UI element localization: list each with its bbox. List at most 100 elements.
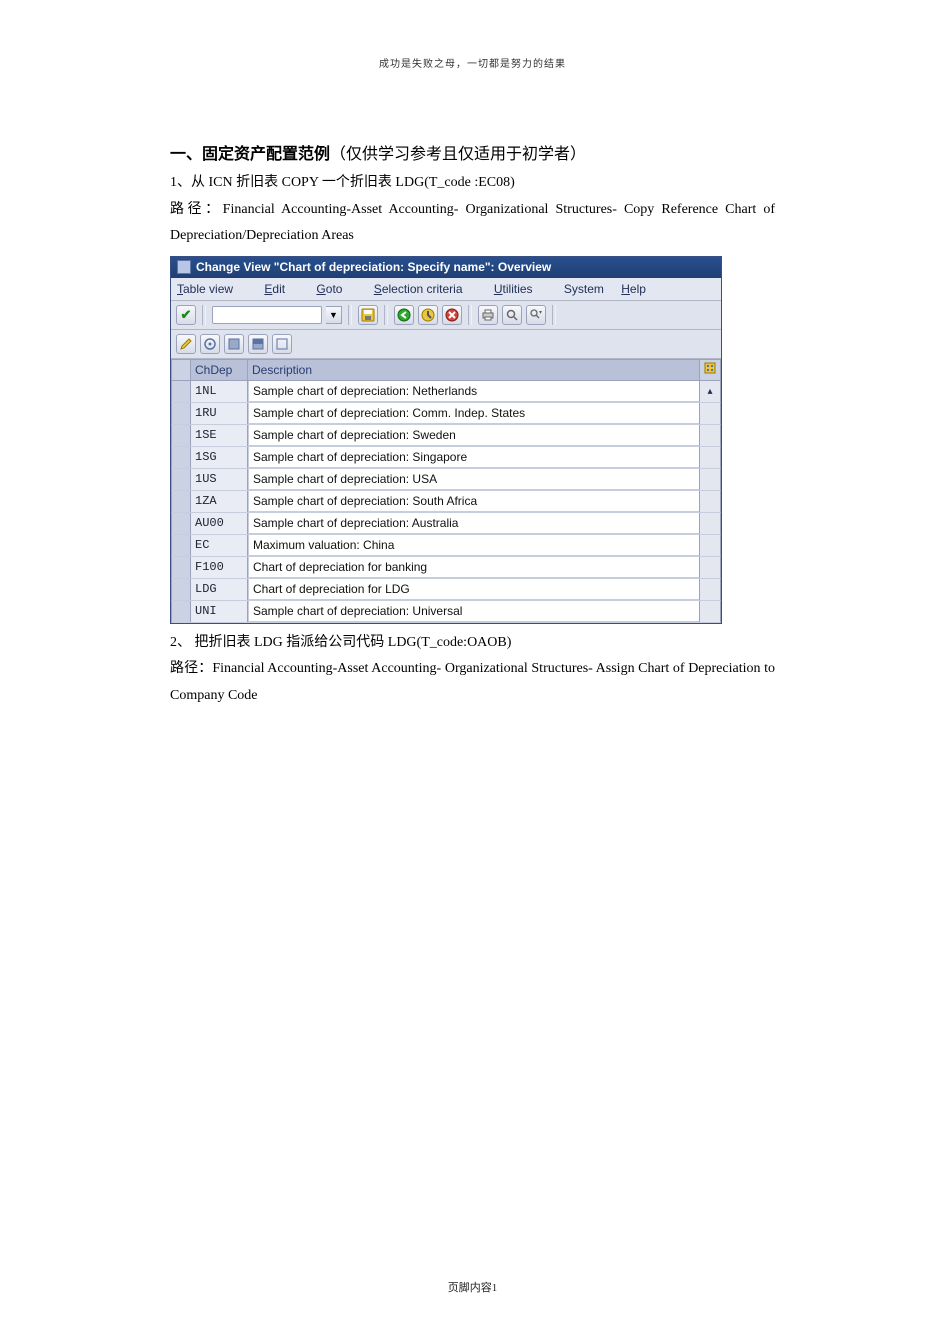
cell-description[interactable]: Sample chart of depreciation: Australia	[248, 513, 699, 534]
cell-chdep[interactable]: F100	[191, 557, 248, 578]
toolbar-separator	[468, 305, 472, 325]
heading-bold: 一、固定资产配置范例	[170, 146, 330, 163]
header-chdep[interactable]: ChDep	[191, 360, 248, 380]
cell-chdep[interactable]: 1ZA	[191, 491, 248, 512]
table-row[interactable]: 1USSample chart of depreciation: USA	[171, 469, 721, 491]
print-button[interactable]	[478, 305, 498, 325]
cancel-button[interactable]	[442, 305, 462, 325]
menu-selection-criteria[interactable]: Selection criteria	[374, 282, 477, 296]
sap-titlebar: Change View "Chart of depreciation: Spec…	[171, 257, 721, 278]
deselect-all-button[interactable]	[272, 334, 292, 354]
cell-description[interactable]: Chart of depreciation for banking	[248, 557, 699, 578]
menu-system[interactable]: System	[564, 282, 604, 296]
table-header: ChDep Description	[171, 359, 721, 381]
row-select-handle[interactable]	[172, 447, 191, 468]
scrollbar-track[interactable]	[699, 403, 720, 424]
scrollbar-track[interactable]	[699, 579, 720, 600]
select-all-button[interactable]	[224, 334, 244, 354]
table-row[interactable]: 1ZASample chart of depreciation: South A…	[171, 491, 721, 513]
row-select-handle[interactable]	[172, 535, 191, 556]
menu-edit[interactable]: Edit	[264, 282, 299, 296]
cell-chdep[interactable]: EC	[191, 535, 248, 556]
command-dropdown[interactable]: ▼	[326, 306, 342, 324]
toolbar-separator	[384, 305, 388, 325]
scrollbar-track[interactable]	[699, 601, 720, 622]
sap-menubar: Table view Edit Goto Selection criteria …	[171, 278, 721, 301]
app-icon	[177, 260, 191, 274]
menu-goto[interactable]: Goto	[316, 282, 356, 296]
scrollbar-track[interactable]	[699, 469, 720, 490]
table-row[interactable]: UNISample chart of depreciation: Univers…	[171, 601, 721, 623]
step1-text: 1、从 ICN 折旧表 COPY 一个折旧表 LDG(T_code :EC08)	[170, 170, 775, 197]
table-row[interactable]: F100Chart of depreciation for banking	[171, 557, 721, 579]
row-select-handle[interactable]	[172, 425, 191, 446]
header-select-col	[172, 360, 191, 380]
row-select-handle[interactable]	[172, 491, 191, 512]
enter-button[interactable]: ✔	[176, 305, 196, 325]
other-entry-button[interactable]	[200, 334, 220, 354]
exit-button[interactable]	[418, 305, 438, 325]
row-select-handle[interactable]	[172, 513, 191, 534]
table-row[interactable]: ECMaximum valuation: China	[171, 535, 721, 557]
row-select-handle[interactable]	[172, 601, 191, 622]
scrollbar-track[interactable]	[699, 513, 720, 534]
find-next-button[interactable]	[526, 305, 546, 325]
menu-help[interactable]: Help	[621, 282, 660, 296]
row-select-handle[interactable]	[172, 381, 191, 402]
scrollbar-track[interactable]	[699, 557, 720, 578]
scrollbar-track[interactable]	[699, 447, 720, 468]
cell-description[interactable]: Sample chart of depreciation: South Afri…	[248, 491, 699, 512]
command-field[interactable]	[212, 306, 322, 324]
header-description[interactable]: Description	[248, 360, 699, 380]
scroll-up-button[interactable]: ▴	[699, 381, 720, 402]
chevron-up-icon: ▴	[707, 386, 712, 397]
table-row[interactable]: 1RUSample chart of depreciation: Comm. I…	[171, 403, 721, 425]
menu-utilities[interactable]: Utilities	[494, 282, 547, 296]
page-footer: 页脚内容1	[0, 1279, 945, 1295]
scrollbar-track[interactable]	[699, 425, 720, 446]
cell-description[interactable]: Sample chart of depreciation: Comm. Inde…	[248, 403, 699, 424]
select-block-button[interactable]	[248, 334, 268, 354]
scrollbar-track[interactable]	[699, 535, 720, 556]
heading-paren: （仅供学习参考且仅适用于初学者）	[330, 146, 586, 163]
table-settings-button[interactable]	[699, 360, 720, 380]
cell-chdep[interactable]: 1SE	[191, 425, 248, 446]
find-button[interactable]	[502, 305, 522, 325]
cell-chdep[interactable]: 1RU	[191, 403, 248, 424]
row-select-handle[interactable]	[172, 469, 191, 490]
cell-description[interactable]: Sample chart of depreciation: Singapore	[248, 447, 699, 468]
toolbar-separator	[202, 305, 206, 325]
cell-chdep[interactable]: 1SG	[191, 447, 248, 468]
save-button[interactable]	[358, 305, 378, 325]
row-select-handle[interactable]	[172, 557, 191, 578]
menu-table-view[interactable]: Table view	[177, 282, 247, 296]
cell-chdep[interactable]: LDG	[191, 579, 248, 600]
toolbar-separator	[348, 305, 352, 325]
row-select-handle[interactable]	[172, 403, 191, 424]
table-row[interactable]: 1SGSample chart of depreciation: Singapo…	[171, 447, 721, 469]
cell-chdep[interactable]: UNI	[191, 601, 248, 622]
change-button[interactable]	[176, 334, 196, 354]
cell-chdep[interactable]: AU00	[191, 513, 248, 534]
toolbar-separator	[552, 305, 556, 325]
step2-text: 2、 把折旧表 LDG 指派给公司代码 LDG(T_code:OAOB)	[170, 630, 775, 657]
cell-description[interactable]: Chart of depreciation for LDG	[248, 579, 699, 600]
scrollbar-track[interactable]	[699, 491, 720, 512]
table-row[interactable]: 1SESample chart of depreciation: Sweden	[171, 425, 721, 447]
window-title: Change View "Chart of depreciation: Spec…	[196, 260, 551, 274]
cell-description[interactable]: Maximum valuation: China	[248, 535, 699, 556]
table-row[interactable]: LDGChart of depreciation for LDG	[171, 579, 721, 601]
table-row[interactable]: 1NLSample chart of depreciation: Netherl…	[171, 381, 721, 403]
cell-description[interactable]: Sample chart of depreciation: Universal	[248, 601, 699, 622]
toolbar-app	[171, 330, 721, 359]
cell-description[interactable]: Sample chart of depreciation: USA	[248, 469, 699, 490]
cell-description[interactable]: Sample chart of depreciation: Netherland…	[248, 381, 699, 402]
settings-icon	[704, 362, 716, 377]
row-select-handle[interactable]	[172, 579, 191, 600]
table-row[interactable]: AU00Sample chart of depreciation: Austra…	[171, 513, 721, 535]
cell-chdep[interactable]: 1NL	[191, 381, 248, 402]
step1-path: 路径：Financial Accounting-Asset Accounting…	[170, 197, 775, 250]
cell-chdep[interactable]: 1US	[191, 469, 248, 490]
cell-description[interactable]: Sample chart of depreciation: Sweden	[248, 425, 699, 446]
back-button[interactable]	[394, 305, 414, 325]
